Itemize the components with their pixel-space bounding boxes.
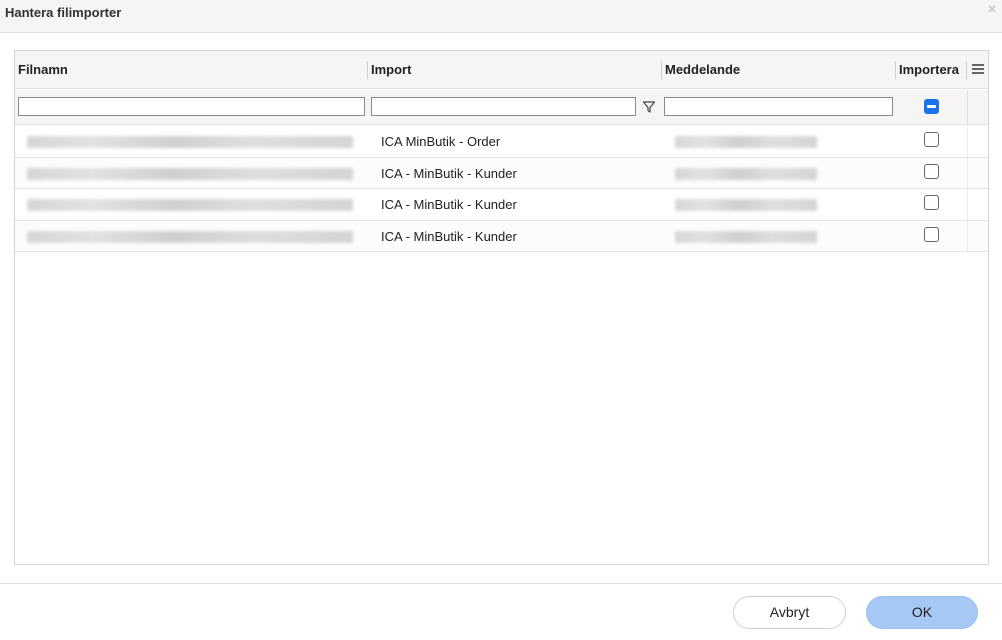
dialog-header: Hantera filimporter × bbox=[0, 0, 1002, 33]
column-divider bbox=[967, 220, 968, 252]
message-cell-redacted bbox=[675, 136, 817, 148]
column-resize-handle[interactable] bbox=[367, 61, 368, 79]
ok-button[interactable]: OK bbox=[866, 596, 978, 629]
column-divider bbox=[967, 126, 968, 157]
message-cell-redacted bbox=[675, 199, 817, 211]
column-resize-handle[interactable] bbox=[966, 61, 967, 79]
dialog-title: Hantera filimporter bbox=[5, 5, 122, 20]
row-import-checkbox[interactable] bbox=[924, 226, 939, 242]
import-cell: ICA MinButik - Order bbox=[381, 134, 501, 149]
column-divider bbox=[967, 157, 968, 189]
file-import-grid: Filnamn Import Meddelande Importera ICA … bbox=[14, 50, 989, 565]
row-import-checkbox[interactable] bbox=[924, 132, 939, 147]
filename-cell-redacted bbox=[27, 230, 353, 243]
table-row[interactable]: ICA - MinButik - Kunder bbox=[15, 189, 988, 221]
filename-cell-redacted bbox=[27, 167, 353, 180]
filter-row bbox=[15, 90, 988, 125]
import-cell: ICA - MinButik - Kunder bbox=[381, 228, 517, 244]
message-cell-redacted bbox=[675, 167, 817, 180]
select-all-checkbox[interactable] bbox=[924, 99, 939, 114]
column-resize-handle[interactable] bbox=[661, 61, 662, 79]
table-row[interactable]: ICA - MinButik - Kunder bbox=[15, 157, 988, 189]
table-row[interactable]: ICA - MinButik - Kunder bbox=[15, 220, 988, 252]
row-import-checkbox[interactable] bbox=[924, 195, 939, 210]
filter-funnel-icon[interactable] bbox=[642, 100, 656, 114]
column-menu-icon[interactable] bbox=[972, 64, 984, 74]
column-resize-handle[interactable] bbox=[895, 61, 896, 79]
cancel-button[interactable]: Avbryt bbox=[733, 596, 846, 629]
row-import-checkbox[interactable] bbox=[924, 163, 939, 179]
filename-cell-redacted bbox=[27, 199, 353, 211]
grid-body: ICA MinButik - Order ICA - MinButik - Ku… bbox=[15, 126, 988, 252]
footer-divider bbox=[0, 583, 1002, 584]
message-filter-input[interactable] bbox=[664, 97, 893, 116]
close-icon[interactable]: × bbox=[985, 2, 999, 18]
column-header-message[interactable]: Meddelande bbox=[665, 62, 740, 77]
filename-cell-redacted bbox=[27, 136, 353, 148]
import-filter-input[interactable] bbox=[371, 97, 636, 116]
import-cell: ICA - MinButik - Kunder bbox=[381, 165, 517, 181]
column-divider bbox=[967, 189, 968, 220]
column-header-filename[interactable]: Filnamn bbox=[18, 62, 68, 77]
column-header-importera[interactable]: Importera bbox=[899, 62, 959, 77]
column-divider bbox=[967, 90, 968, 125]
filename-filter-input[interactable] bbox=[18, 97, 365, 116]
column-header-import[interactable]: Import bbox=[371, 62, 411, 77]
import-cell: ICA - MinButik - Kunder bbox=[381, 197, 517, 212]
table-row[interactable]: ICA MinButik - Order bbox=[15, 126, 988, 158]
grid-header-row: Filnamn Import Meddelande Importera bbox=[15, 51, 988, 89]
message-cell-redacted bbox=[675, 230, 817, 243]
